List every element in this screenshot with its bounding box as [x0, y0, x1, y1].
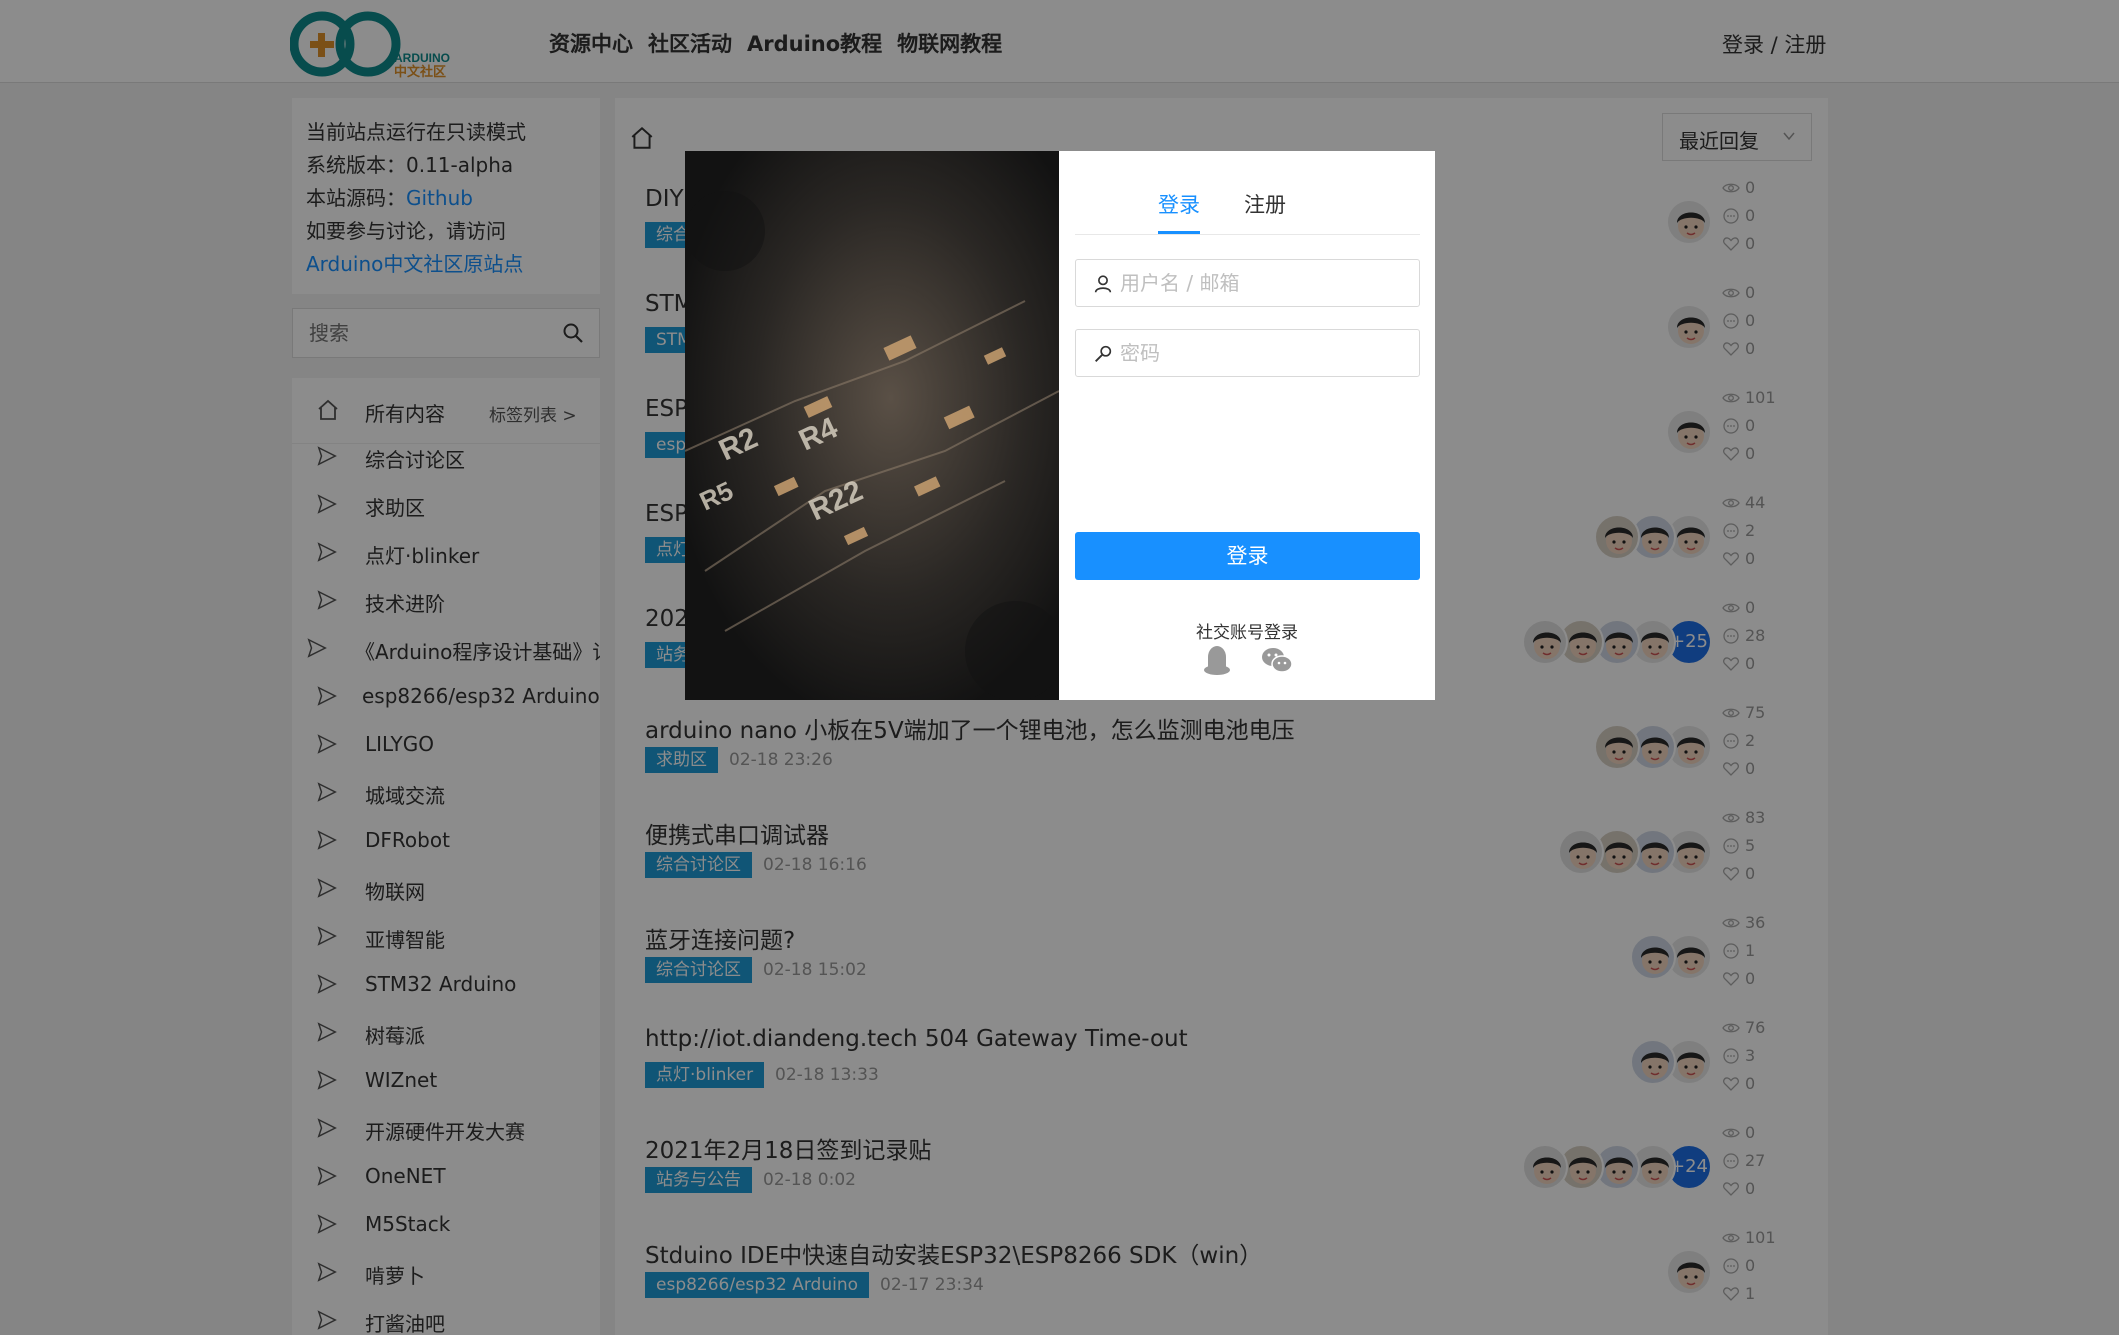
- tab-register[interactable]: 注册: [1244, 189, 1286, 219]
- user-icon: [1094, 275, 1112, 293]
- login-submit-button[interactable]: 登录: [1075, 532, 1420, 580]
- social-login-title: 社交账号登录: [1196, 623, 1298, 643]
- password-field: [1075, 329, 1420, 377]
- username-field: [1075, 259, 1420, 307]
- login-modal: R2 R4 R22 R5 登录 注册 登录 社交账号登录: [685, 151, 1435, 700]
- tabs-divider: [1075, 234, 1420, 235]
- username-input[interactable]: [1120, 260, 1410, 306]
- password-input[interactable]: [1120, 330, 1410, 376]
- tab-login[interactable]: 登录: [1158, 189, 1200, 219]
- key-icon: [1095, 345, 1112, 362]
- wechat-icon[interactable]: [1260, 643, 1294, 677]
- qq-icon[interactable]: [1200, 643, 1234, 677]
- circuit-board-image: R2 R4 R22 R5: [685, 151, 1059, 700]
